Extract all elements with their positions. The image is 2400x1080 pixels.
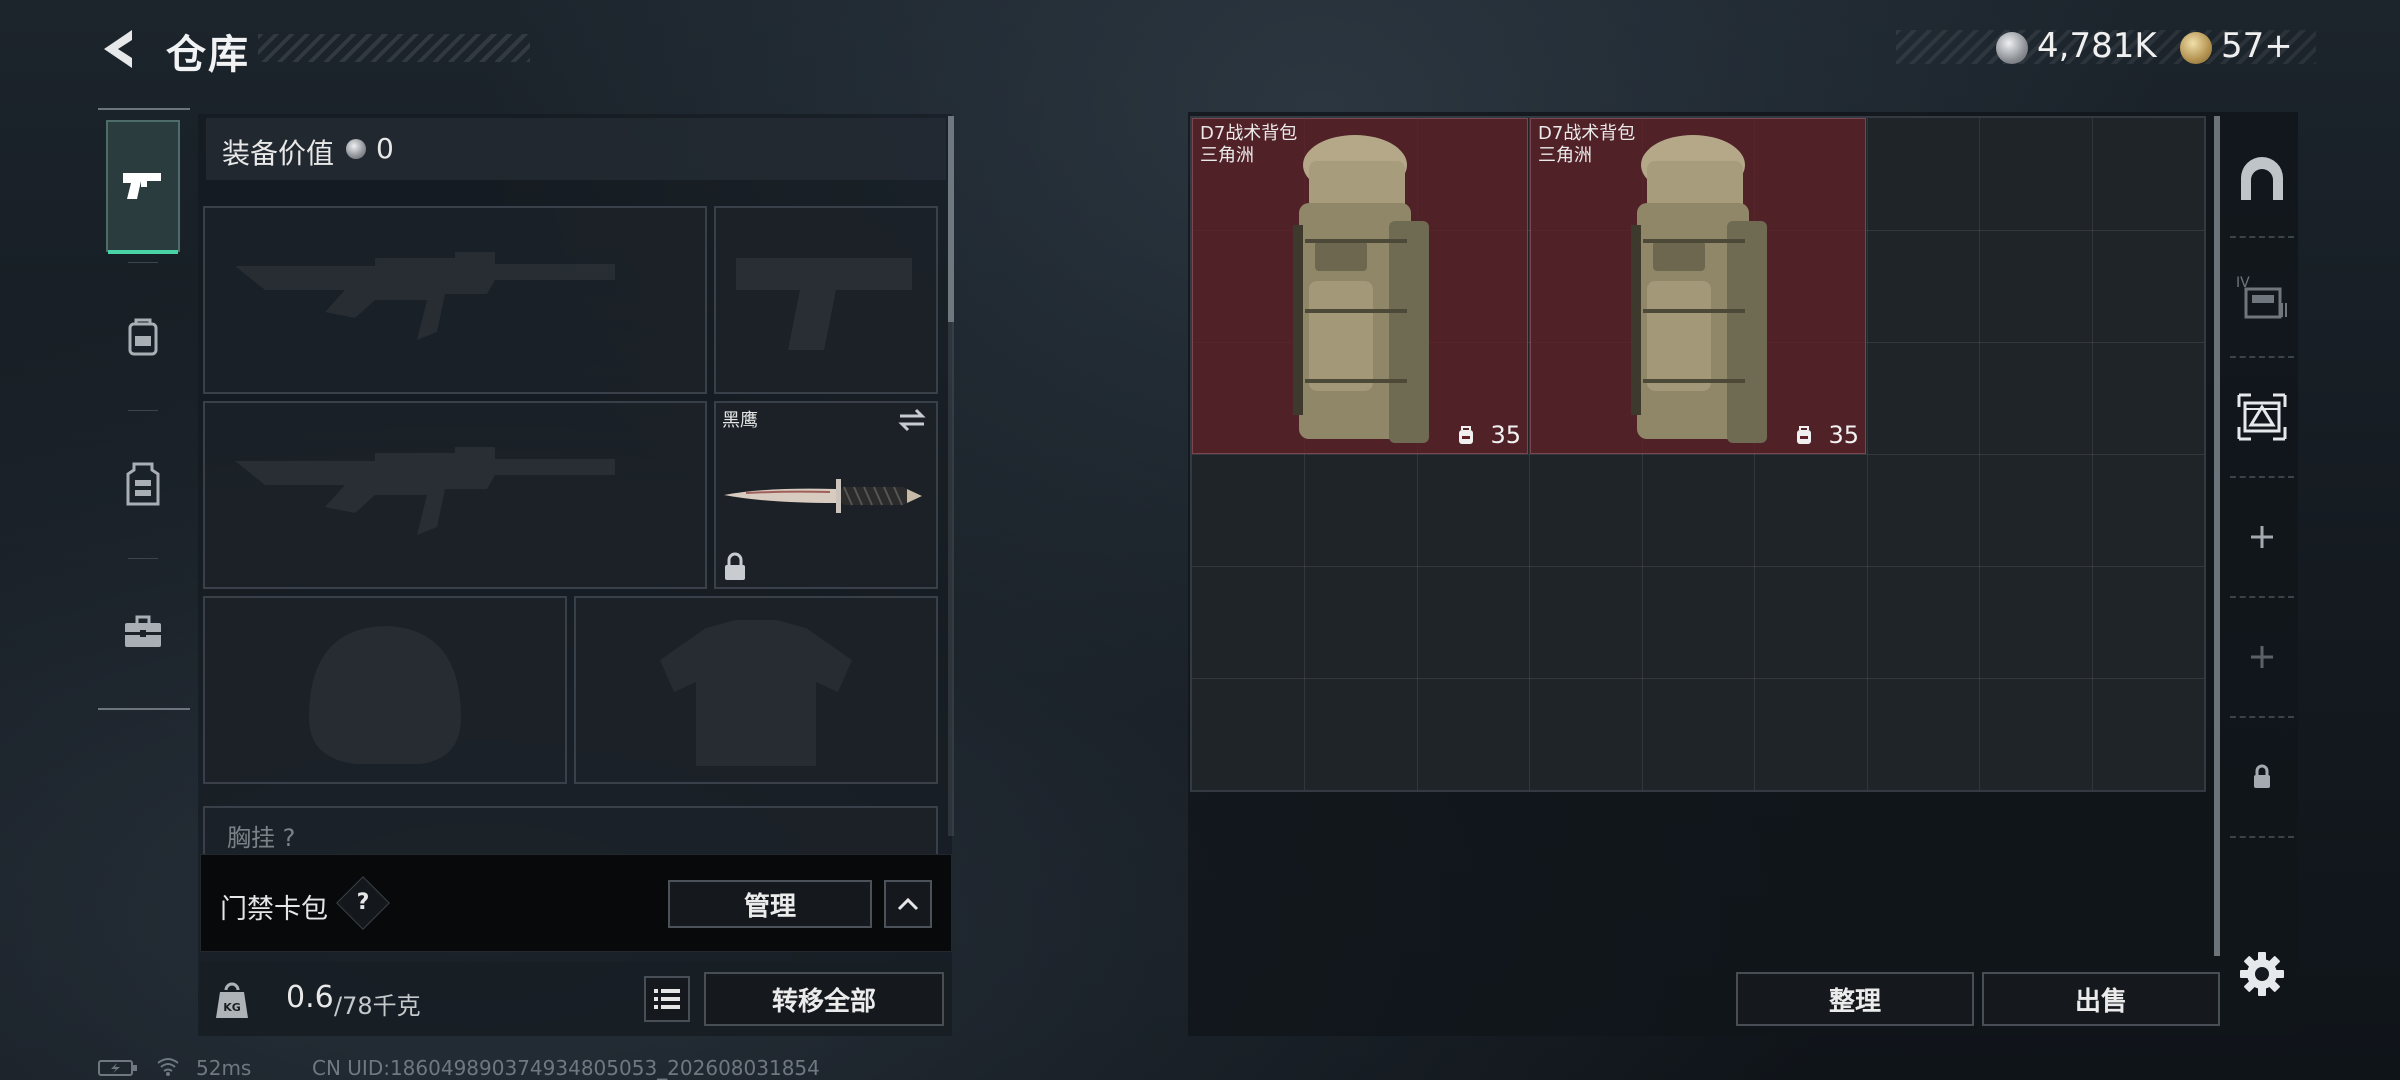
rail-separator [128,262,158,263]
primary-weapon-slot-1[interactable] [203,206,707,394]
uid-text: CN UID:186049890374934805053_20260803185… [312,1056,820,1080]
backpack-icon [1631,135,1767,443]
stash-scrollbar-thumb[interactable] [2214,116,2220,956]
swap-icon[interactable] [896,406,928,434]
item-capacity: 35 [1828,421,1859,449]
current-weight: 0.6 [286,980,334,1015]
max-weight: /78千克 [334,992,421,1020]
add-stash-tab-button[interactable] [2226,482,2298,592]
silver-currency-value: 4,781K [2037,26,2157,66]
stash-tab-separator [2230,716,2294,718]
manage-button[interactable]: 管理 [668,880,872,928]
rail-separator [128,558,158,559]
plus-icon [2251,526,2273,548]
stash-tab-separator [2230,476,2294,478]
stash-tab-separator [2230,596,2294,598]
item-subtitle: 三角洲 [1538,145,1592,166]
stash-item[interactable]: D7战术背包 三角洲 35 [1530,118,1866,454]
stash-tab-delta[interactable] [2226,362,2298,472]
list-view-button[interactable] [644,976,690,1022]
locked-stash-tab[interactable] [2226,722,2298,832]
item-name-block: D7战术背包 三角洲 [1200,123,1297,167]
stash-tab-4[interactable]: IV [2226,242,2298,352]
active-tab-indicator [108,250,178,254]
silver-coin-icon [346,139,366,159]
silver-coin-icon [1996,32,2028,64]
list-icon [654,989,680,1009]
page-title: 仓库 [166,32,250,78]
item-capacity: 35 [1490,421,1521,449]
tab-backpack[interactable] [106,270,180,402]
sell-button[interactable]: 出售 [1982,972,2220,1026]
tab-armor[interactable] [106,418,180,550]
vest-icon [126,462,160,506]
item-name: D7战术背包 [1200,123,1298,144]
delta-crate-icon [2237,393,2287,441]
melee-item-name: 黑鹰 [722,410,758,431]
rifle-icon [235,447,615,535]
help-icon: ? [356,890,370,915]
weight-unit-label: KG [223,1001,241,1014]
stash-tab-1[interactable] [2226,124,2298,234]
arch-icon [2241,157,2283,200]
tab-case[interactable] [106,566,180,698]
backpack-icon [1293,135,1429,443]
collapse-button[interactable] [884,880,932,928]
rail-separator [128,410,158,411]
battery-icon [98,1060,137,1076]
tab-weapons[interactable] [106,120,180,254]
item-name-block: D7战术背包 三角洲 [1538,123,1635,167]
equipment-value-label: 装备价值 [222,137,335,170]
lock-icon [2254,764,2270,788]
stash-tab-separator [2230,836,2294,838]
wifi-icon [157,1058,179,1076]
stash-tab-separator [2230,356,2294,358]
helmet-icon [309,626,461,764]
rifle-icon [235,252,615,340]
transfer-all-button[interactable]: 转移全部 [704,972,944,1026]
equipment-value-amount: 0 [376,132,394,165]
loadout-scrollbar-thumb[interactable] [948,116,954,322]
gold-currency-value[interactable]: 57+ [2221,26,2293,66]
rail-divider [98,708,190,710]
pistol-icon [736,258,912,350]
pistol-icon [123,173,161,199]
stash-iv-icon: IV [2236,275,2287,319]
body-armor-slot[interactable] [574,596,938,784]
add-stash-tab-button[interactable] [2226,602,2298,712]
chest-rig-slot[interactable]: 胸挂 ? [203,806,938,856]
stash-tab-separator [2230,236,2294,238]
pistol-slot[interactable] [714,206,938,394]
gold-coin-icon [2180,32,2212,64]
backpack-capacity-icon [1459,426,1473,444]
rail-divider [98,108,190,110]
lock-icon [725,552,745,580]
helmet-slot[interactable] [203,596,567,784]
chest-rig-label: 胸挂 ? [227,824,296,852]
primary-weapon-slot-2[interactable] [203,401,707,589]
grid-row-line [1192,678,2204,679]
grid-row-line [1192,566,2204,567]
item-name: D7战术背包 [1538,123,1636,144]
title-decoration [258,34,530,62]
ping-text: 52ms [196,1056,252,1080]
keycard-wallet-label: 门禁卡包 [220,894,328,925]
gear-icon[interactable] [2238,950,2286,998]
stash-item[interactable]: D7战术背包 三角洲 35 [1192,118,1528,454]
briefcase-icon [125,615,161,647]
organize-button[interactable]: 整理 [1736,972,1974,1026]
item-subtitle: 三角洲 [1200,145,1254,166]
chevron-up-icon [897,897,919,911]
weight-icon: KG [216,982,248,1018]
plus-icon [2251,646,2273,668]
backpack-capacity-icon [1797,426,1811,444]
backpack-icon [128,318,158,356]
grid-row-line [1192,454,2204,455]
back-icon[interactable] [96,24,146,74]
armor-icon [660,620,852,766]
